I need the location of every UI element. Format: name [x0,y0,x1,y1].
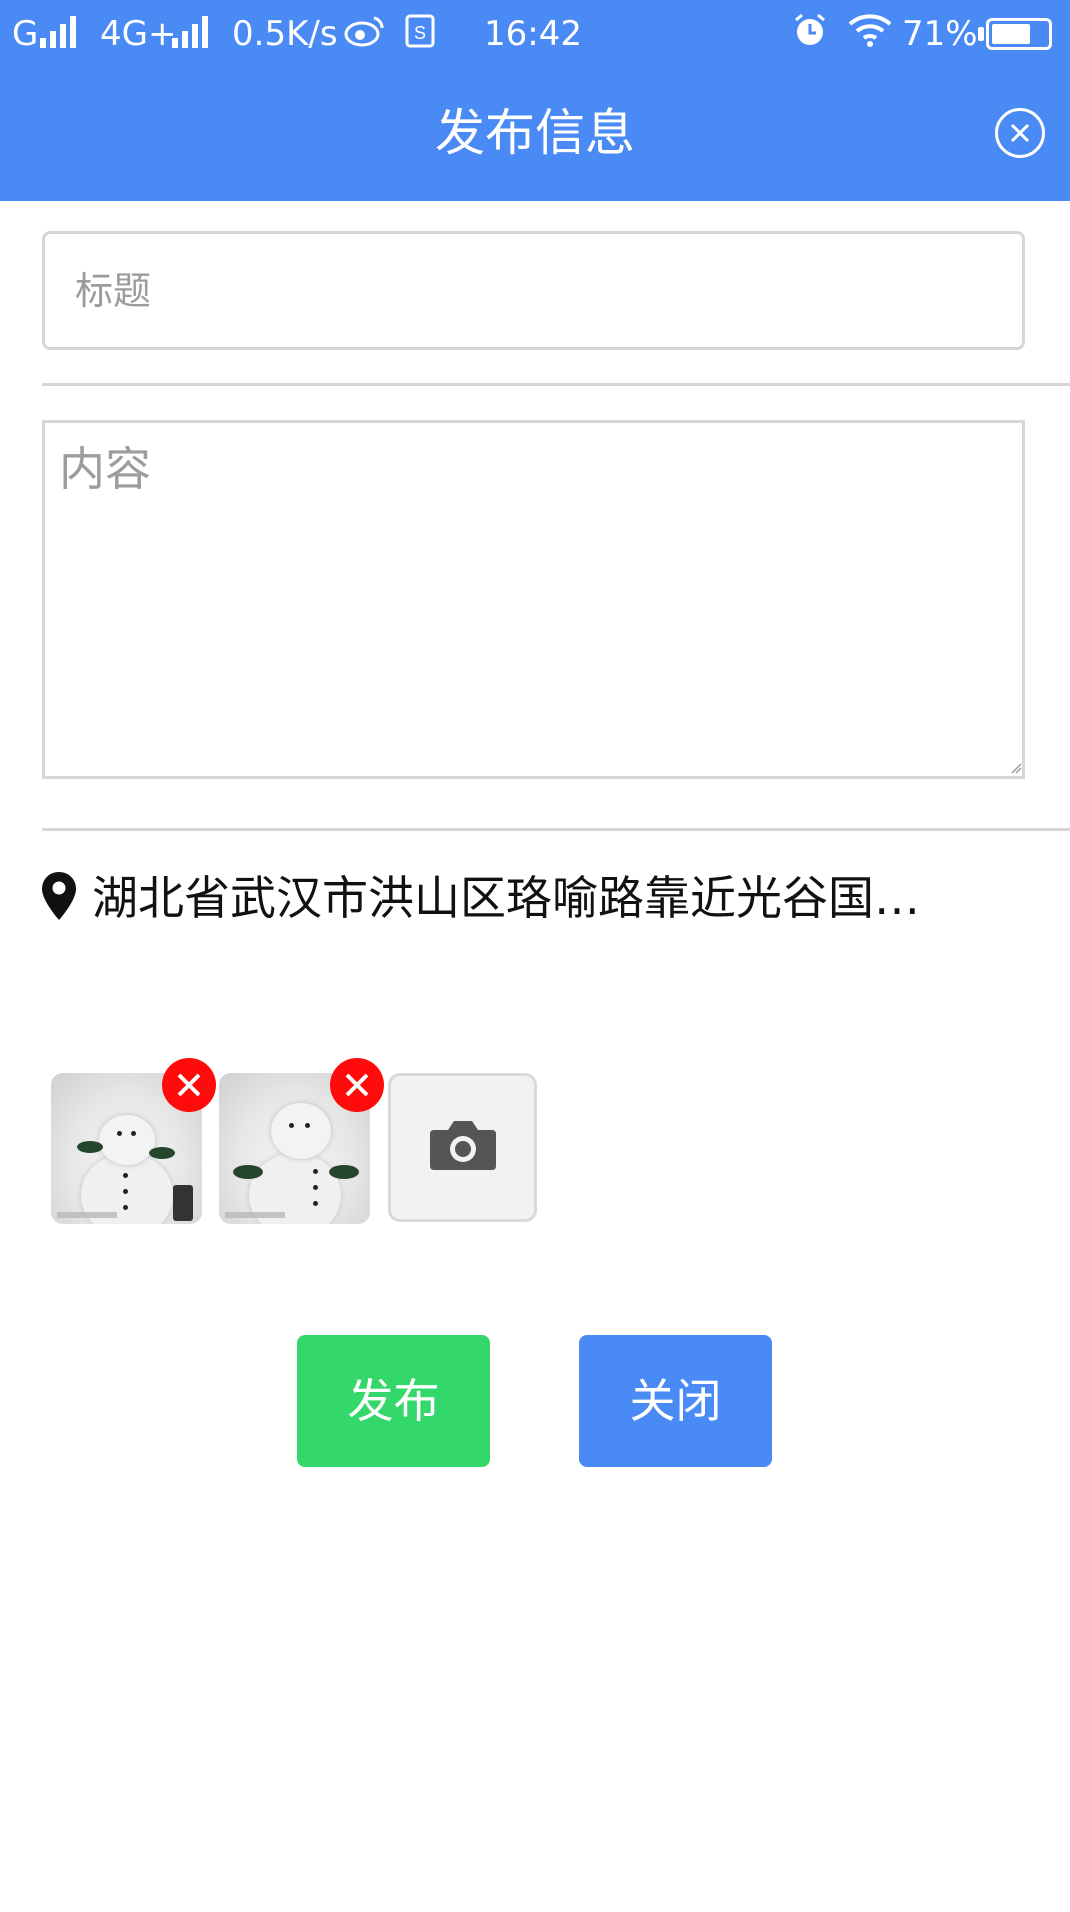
wifi-icon [848,12,892,59]
app-header: 发布信息 [0,68,1070,201]
weibo-icon [344,12,386,59]
battery-tip [978,27,984,41]
battery-icon [986,18,1052,50]
remove-photo-button[interactable] [162,1058,216,1112]
signal-icon-2 [172,14,208,48]
status-bar: G 4G+ 0.5K/s S 16:42 71% [0,0,1070,68]
title-input[interactable] [42,231,1025,350]
remove-photo-button[interactable] [330,1058,384,1112]
map-pin-icon [42,872,76,920]
close-icon[interactable] [995,108,1045,158]
storage-icon: S [405,12,435,59]
resize-handle-icon[interactable] [1010,762,1022,774]
page-title: 发布信息 [435,104,635,162]
carrier-label: G [12,14,39,54]
battery-fill [992,24,1030,44]
alarm-icon [792,12,828,59]
location-row[interactable]: 湖北省武汉市洪山区珞喻路靠近光谷国… [40,866,1020,930]
signal-icon [40,14,76,48]
divider [42,828,1070,831]
camera-icon [430,1121,496,1170]
battery-percent: 71% [902,14,978,54]
content-textarea[interactable] [42,420,1025,779]
network-type-label: 4G+ [100,14,177,54]
close-icon [345,1073,369,1097]
close-icon [177,1073,201,1097]
network-speed: 0.5K/s [232,14,338,54]
divider [42,383,1070,386]
publish-button[interactable]: 发布 [297,1335,490,1467]
add-photo-button[interactable] [388,1073,537,1222]
close-button[interactable]: 关闭 [579,1335,772,1467]
location-text: 湖北省武汉市洪山区珞喻路靠近光谷国… [92,871,920,925]
svg-text:S: S [414,23,426,43]
clock: 16:42 [484,14,582,54]
